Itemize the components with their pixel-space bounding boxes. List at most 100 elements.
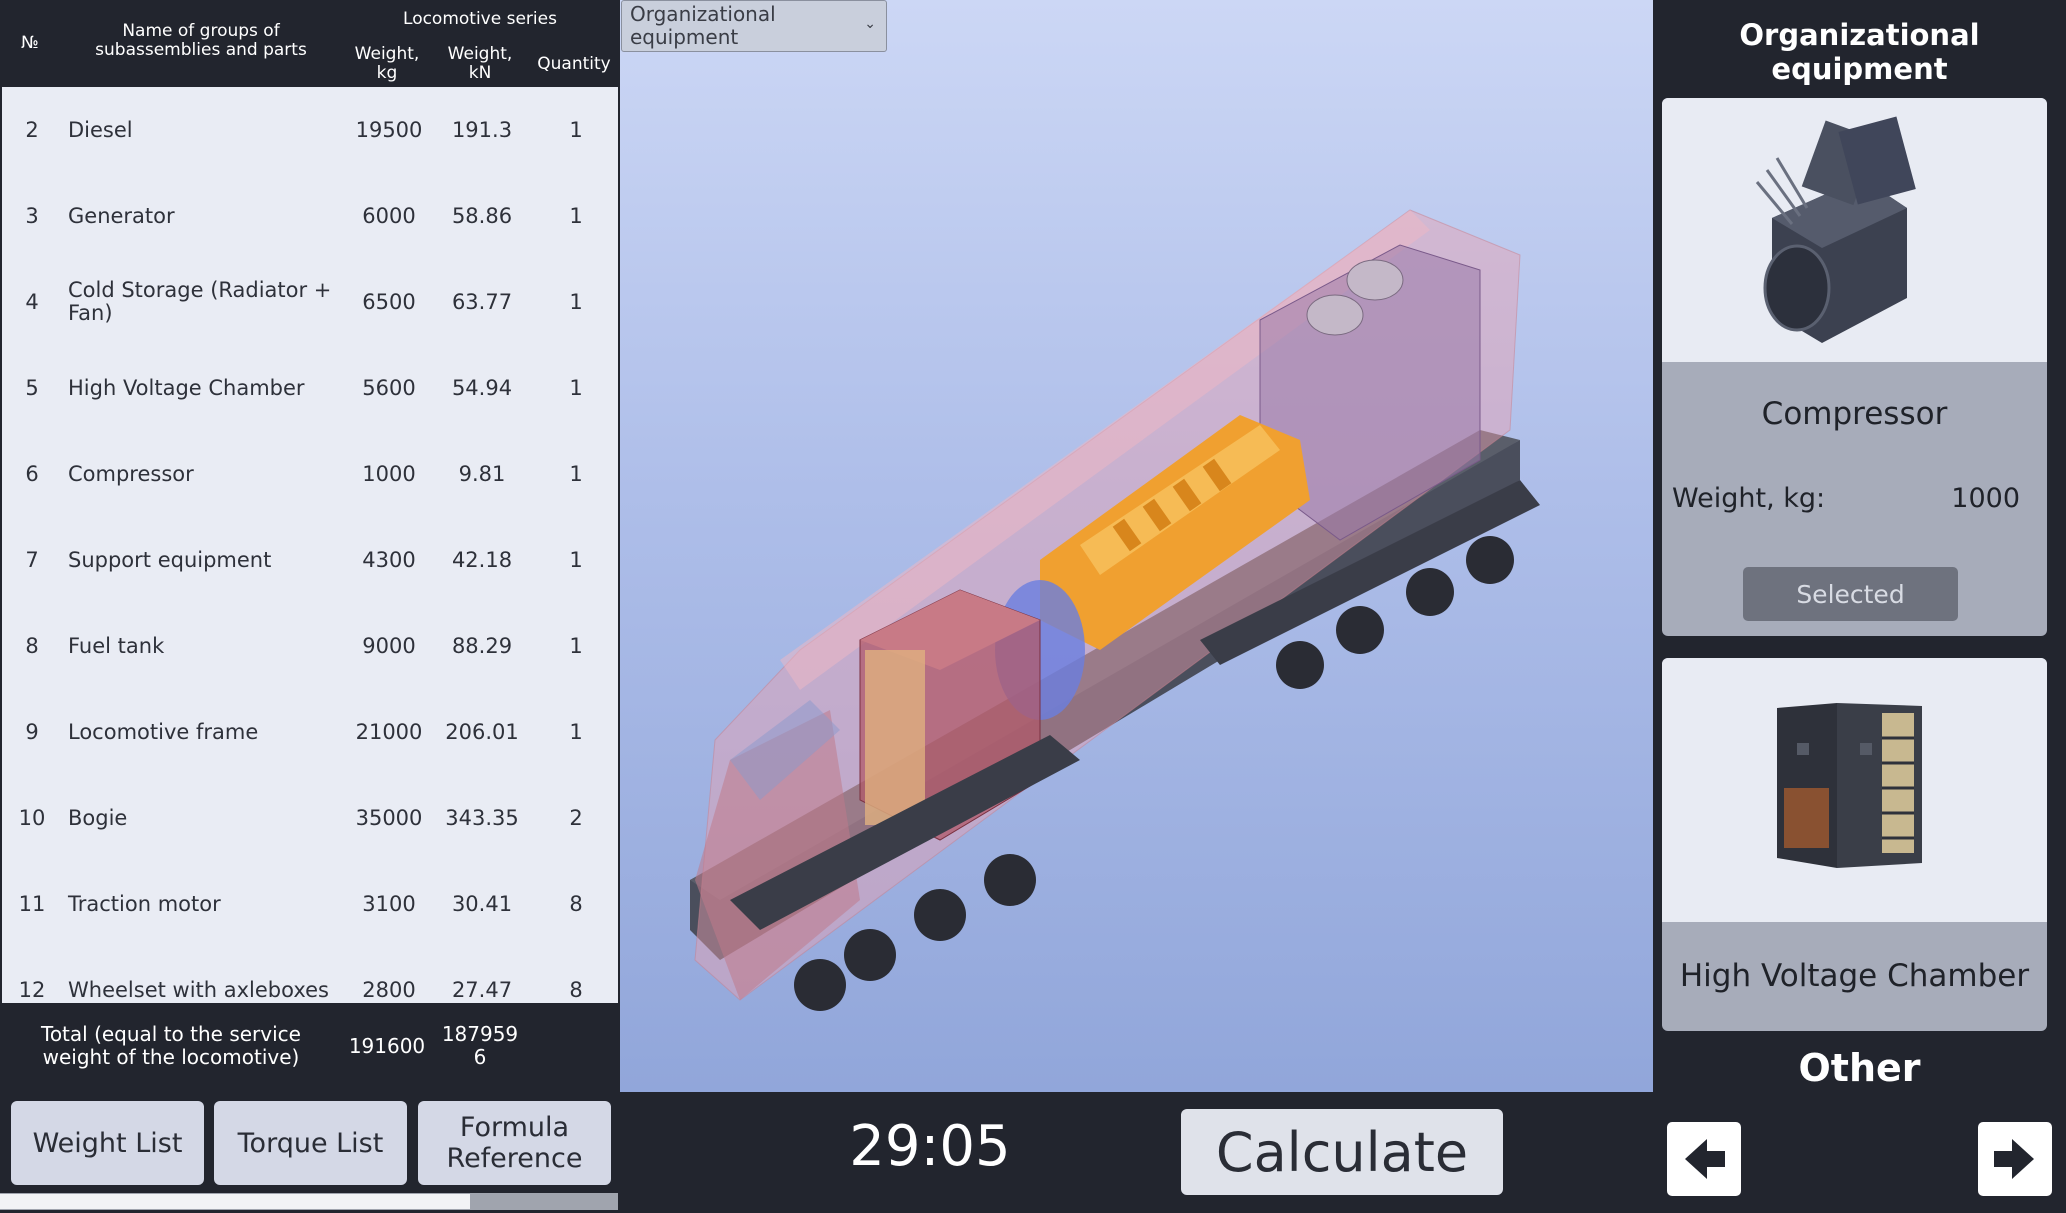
row-weight-kn: 63.77 (451, 290, 513, 314)
row-weight-kg: 4300 (362, 548, 416, 572)
locomotive-3d-viewport[interactable] (620, 0, 1653, 1092)
selected-button[interactable]: Selected (1743, 567, 1958, 621)
compressor-name: Compressor (1761, 396, 1948, 432)
row-number: 6 (25, 462, 39, 486)
row-weight-kn: 88.29 (451, 634, 513, 658)
table-row[interactable]: 3 Generator 6000 58.86 1 (2, 173, 618, 259)
parts-table-panel: № Name of groups of subassemblies and pa… (0, 0, 620, 1213)
countdown-timer: 29:05 (849, 1114, 1011, 1179)
row-weight-kn: 42.18 (451, 548, 513, 572)
row-name: Bogie (68, 805, 128, 830)
high-voltage-chamber-name: High Voltage Chamber (1679, 958, 2030, 994)
row-quantity: 1 (569, 204, 583, 228)
row-quantity: 2 (569, 806, 583, 830)
row-quantity: 8 (569, 978, 583, 1002)
total-row: Total (equal to the service weight of th… (0, 1003, 620, 1089)
header-weight-kn: Weight, kN (447, 44, 513, 83)
row-quantity: 1 (569, 634, 583, 658)
category-select-value: Organizational equipment (630, 2, 776, 49)
row-name: Fuel tank (68, 633, 165, 658)
torque-list-button[interactable]: Torque List (214, 1101, 407, 1185)
equipment-panel: Organizational equipment Compressor Weig… (1653, 0, 2066, 1213)
row-name: Cold Storage (Radiator + Fan) (68, 278, 332, 325)
header-number: № (21, 33, 39, 53)
row-weight-kn: 58.86 (451, 204, 513, 228)
compressor-weight-label: Weight, kg: (1672, 483, 1826, 514)
row-weight-kn: 191.3 (451, 118, 513, 142)
row-weight-kg: 6500 (362, 290, 416, 314)
row-weight-kg: 21000 (355, 720, 423, 744)
row-weight-kn: 27.47 (451, 978, 513, 1002)
high-voltage-chamber-icon (1777, 703, 1922, 868)
row-quantity: 1 (569, 548, 583, 572)
row-number: 12 (18, 978, 46, 1002)
table-row[interactable]: 11 Traction motor 3100 30.41 8 (2, 861, 618, 947)
row-weight-kg: 9000 (362, 634, 416, 658)
total-label: Total (equal to the service weight of th… (41, 1022, 301, 1069)
row-name: Compressor (68, 461, 194, 486)
previous-button[interactable] (1667, 1122, 1741, 1196)
weight-list-button[interactable]: Weight List (11, 1101, 204, 1185)
row-number: 4 (25, 290, 39, 314)
row-weight-kg: 35000 (355, 806, 423, 830)
row-number: 2 (25, 118, 39, 142)
row-quantity: 1 (569, 290, 583, 314)
row-weight-kn: 30.41 (451, 892, 513, 916)
row-weight-kg: 5600 (362, 376, 416, 400)
row-name: Diesel (68, 117, 133, 142)
row-quantity: 1 (569, 462, 583, 486)
table-row[interactable]: 7 Support equipment 4300 42.18 1 (2, 517, 618, 603)
row-number: 7 (25, 548, 39, 572)
row-number: 9 (25, 720, 39, 744)
row-weight-kg: 19500 (355, 118, 423, 142)
high-voltage-chamber-image (1662, 658, 2047, 922)
next-category-label: Other (1798, 1046, 1921, 1090)
row-weight-kg: 2800 (362, 978, 416, 1002)
category-select[interactable]: Organizational equipment ⌄ (621, 0, 887, 52)
row-quantity: 1 (569, 118, 583, 142)
table-header: № Name of groups of subassemblies and pa… (0, 0, 620, 87)
arrow-left-icon (1685, 1139, 1725, 1179)
total-weight-kn: 1879596 (441, 1022, 519, 1069)
high-voltage-chamber-card[interactable]: High Voltage Chamber (1662, 658, 2047, 1031)
row-name: Locomotive frame (68, 719, 259, 744)
table-row[interactable]: 2 Diesel 19500 191.3 1 (2, 87, 618, 173)
row-name: High Voltage Chamber (68, 375, 305, 400)
next-button[interactable] (1978, 1122, 2052, 1196)
row-number: 11 (18, 892, 46, 916)
row-name: Wheelset with axleboxes (68, 977, 329, 1002)
row-number: 3 (25, 204, 39, 228)
row-name: Support equipment (68, 547, 272, 572)
calculate-button[interactable]: Calculate (1181, 1109, 1503, 1195)
table-row[interactable]: 6 Compressor 1000 9.81 1 (2, 431, 618, 517)
header-quantity: Quantity (537, 54, 611, 74)
compressor-card[interactable]: Compressor Weight, kg: 1000 Selected (1662, 98, 2047, 636)
row-quantity: 1 (569, 720, 583, 744)
table-row[interactable]: 12 Wheelset with axleboxes 2800 27.47 8 (2, 947, 618, 1003)
header-locomotive-series: Locomotive series (403, 9, 557, 29)
scrollbar-thumb[interactable] (0, 1194, 470, 1209)
header-name: Name of groups of subassemblies and part… (95, 21, 307, 60)
table-row[interactable]: 10 Bogie 35000 343.35 2 (2, 775, 618, 861)
row-weight-kn: 343.35 (445, 806, 519, 830)
table-row[interactable]: 5 High Voltage Chamber 5600 54.94 1 (2, 345, 618, 431)
table-body[interactable]: 2 Diesel 19500 191.3 1 3 Generator 6000 … (2, 87, 618, 1003)
chevron-down-icon: ⌄ (864, 16, 876, 32)
table-row[interactable]: 9 Locomotive frame 21000 206.01 1 (2, 689, 618, 775)
table-row[interactable]: 8 Fuel tank 9000 88.29 1 (2, 603, 618, 689)
category-title: Organizational equipment (1739, 18, 1980, 86)
formula-reference-button[interactable]: Formula Reference (418, 1101, 611, 1185)
row-number: 10 (18, 806, 46, 830)
compressor-weight-value: 1000 (1951, 483, 2020, 514)
row-name: Traction motor (68, 891, 221, 916)
row-weight-kg: 3100 (362, 892, 416, 916)
row-quantity: 1 (569, 376, 583, 400)
total-weight-kg: 191600 (348, 1033, 426, 1058)
row-name: Generator (68, 203, 175, 228)
row-quantity: 8 (569, 892, 583, 916)
table-row[interactable]: 4 Cold Storage (Radiator + Fan) 6500 63.… (2, 259, 618, 345)
row-number: 8 (25, 634, 39, 658)
arrow-right-icon (1994, 1139, 2034, 1179)
row-weight-kn: 54.94 (451, 376, 513, 400)
row-weight-kg: 6000 (362, 204, 416, 228)
